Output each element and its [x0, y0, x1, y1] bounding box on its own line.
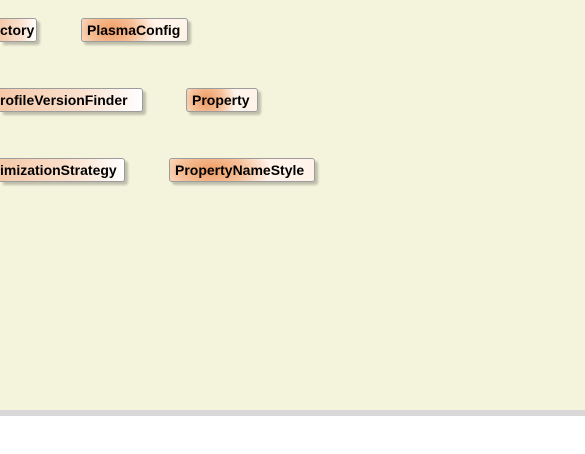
class-node-property[interactable]: Property [186, 88, 258, 112]
class-node-profile-version-finder[interactable]: rofileVersionFinder [0, 88, 143, 112]
diagram-canvas: ctory PlasmaConfig rofileVersionFinder P… [0, 0, 585, 410]
bottom-panel [0, 416, 585, 454]
class-node-property-name-style[interactable]: PropertyNameStyle [169, 158, 315, 182]
class-node-plasma-config[interactable]: PlasmaConfig [81, 18, 188, 42]
class-node-factory[interactable]: ctory [0, 18, 37, 42]
class-node-optimization-strategy[interactable]: imizationStrategy [0, 158, 125, 182]
